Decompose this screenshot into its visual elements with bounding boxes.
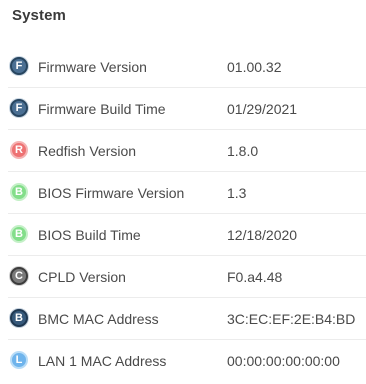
- row-label: Firmware Build Time: [38, 101, 166, 117]
- list-item-bios-firmware-version: B BIOS Firmware Version 1.3: [8, 172, 366, 214]
- row-value: 3C:EC:EF:2E:B4:BD: [227, 311, 356, 327]
- lan-icon: L: [10, 351, 28, 369]
- row-label: LAN 1 MAC Address: [38, 353, 167, 369]
- row-value: 00:00:00:00:00:00: [227, 353, 340, 369]
- redfish-icon: R: [10, 141, 28, 159]
- list-item-firmware-version: F Firmware Version 01.00.32: [8, 46, 366, 88]
- row-value: 1.8.0: [227, 143, 259, 159]
- bios-icon: B: [10, 225, 28, 243]
- list-item-bios-build-time: B BIOS Build Time 12/18/2020: [8, 214, 366, 256]
- system-info-panel: System F Firmware Version 01.00.32 F Fir…: [0, 0, 366, 384]
- list-item-firmware-build-time: F Firmware Build Time 01/29/2021: [8, 88, 366, 130]
- list-item-cpld-version: C CPLD Version F0.a4.48: [8, 256, 366, 298]
- firmware-icon: F: [10, 57, 28, 75]
- row-label: CPLD Version: [38, 269, 126, 285]
- row-label: Redfish Version: [38, 143, 137, 159]
- row-value: 01/29/2021: [227, 101, 298, 117]
- list-item-redfish-version: R Redfish Version 1.8.0: [8, 130, 366, 172]
- row-value: F0.a4.48: [227, 269, 283, 285]
- row-value: 12/18/2020: [227, 227, 298, 243]
- system-info-list: F Firmware Version 01.00.32 F Firmware B…: [8, 46, 366, 382]
- section-title: System: [12, 7, 66, 24]
- firmware-icon: F: [10, 99, 28, 117]
- row-value: 1.3: [227, 185, 247, 201]
- row-label: BIOS Build Time: [38, 227, 141, 243]
- bios-icon: B: [10, 183, 28, 201]
- row-label: BMC MAC Address: [38, 311, 159, 327]
- list-item-lan1-mac-address: L LAN 1 MAC Address 00:00:00:00:00:00: [8, 340, 366, 382]
- row-value: 01.00.32: [227, 59, 282, 75]
- row-label: Firmware Version: [38, 59, 147, 75]
- bmc-icon: B: [10, 309, 28, 327]
- cpld-icon: C: [10, 267, 28, 285]
- row-label: BIOS Firmware Version: [38, 185, 185, 201]
- list-item-bmc-mac-address: B BMC MAC Address 3C:EC:EF:2E:B4:BD: [8, 298, 366, 340]
